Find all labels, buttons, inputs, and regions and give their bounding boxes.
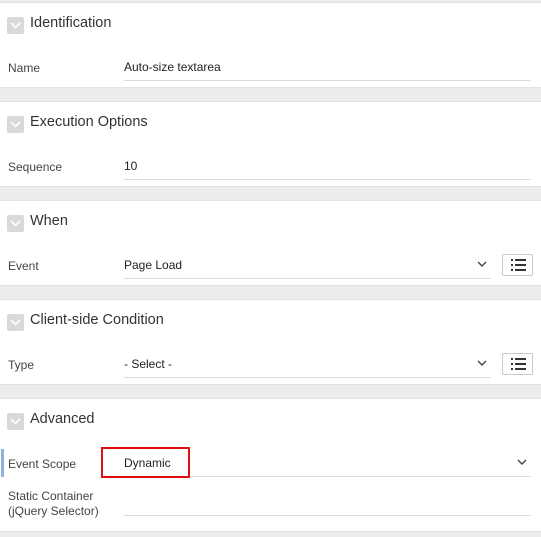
name-field[interactable]: Auto-size textarea <box>124 53 531 81</box>
name-value: Auto-size textarea <box>124 60 221 74</box>
name-row: Name Auto-size textarea <box>0 53 541 83</box>
type-list-button[interactable] <box>502 353 533 375</box>
advanced-section: Advanced Event Scope Dynamic Static Cont… <box>0 398 541 532</box>
event-scope-row: Event Scope Dynamic <box>0 449 541 479</box>
when-section: When Event Page Load <box>0 200 541 286</box>
chevron-down-icon <box>477 261 487 267</box>
static-container-label: Static Container (jQuery Selector) <box>8 489 99 519</box>
sequence-row: Sequence 10 <box>0 152 541 182</box>
chevron-down-icon[interactable] <box>7 17 24 34</box>
sequence-field[interactable]: 10 <box>124 152 531 180</box>
type-value: - Select - <box>124 357 173 371</box>
event-scope-select[interactable]: Dynamic <box>124 449 531 477</box>
event-scope-label: Event Scope <box>8 457 77 471</box>
list-icon <box>511 358 526 370</box>
static-container-input[interactable] <box>124 487 531 516</box>
name-label: Name <box>8 61 41 75</box>
chevron-down-icon[interactable] <box>7 413 24 430</box>
sequence-value: 10 <box>124 159 138 173</box>
chevron-down-icon[interactable] <box>7 116 24 133</box>
type-select[interactable]: - Select - <box>124 350 491 378</box>
section-title: When <box>30 213 68 229</box>
section-title: Advanced <box>30 411 95 427</box>
identification-header[interactable]: Identification <box>0 3 541 43</box>
chevron-down-icon[interactable] <box>7 314 24 331</box>
when-header[interactable]: When <box>0 201 541 241</box>
event-row: Event Page Load <box>0 251 541 281</box>
type-label: Type <box>8 358 35 372</box>
type-row: Type - Select - <box>0 350 541 380</box>
property-editor: Identification Name Auto-size textarea E… <box>0 0 541 537</box>
static-container-row: Static Container (jQuery Selector) <box>0 487 541 519</box>
execution-options-section: Execution Options Sequence 10 <box>0 101 541 187</box>
static-container-label-line1: Static Container <box>8 489 94 503</box>
event-select[interactable]: Page Load <box>124 251 491 279</box>
section-title: Execution Options <box>30 114 148 130</box>
list-icon <box>511 259 526 271</box>
static-container-label-line2: (jQuery Selector) <box>8 504 99 518</box>
advanced-header[interactable]: Advanced <box>0 399 541 439</box>
section-title: Client-side Condition <box>30 312 164 328</box>
client-condition-header[interactable]: Client-side Condition <box>0 300 541 340</box>
event-label: Event <box>8 259 39 273</box>
focus-indicator <box>1 449 4 477</box>
client-condition-section: Client-side Condition Type - Select - <box>0 299 541 385</box>
chevron-down-icon <box>477 360 487 366</box>
chevron-down-icon <box>517 459 527 465</box>
event-list-button[interactable] <box>502 254 533 276</box>
event-value: Page Load <box>124 258 183 272</box>
identification-section: Identification Name Auto-size textarea <box>0 2 541 88</box>
execution-options-header[interactable]: Execution Options <box>0 102 541 142</box>
chevron-down-icon[interactable] <box>7 215 24 232</box>
event-scope-value: Dynamic <box>124 456 171 470</box>
sequence-label: Sequence <box>8 160 63 174</box>
section-title: Identification <box>30 15 112 31</box>
